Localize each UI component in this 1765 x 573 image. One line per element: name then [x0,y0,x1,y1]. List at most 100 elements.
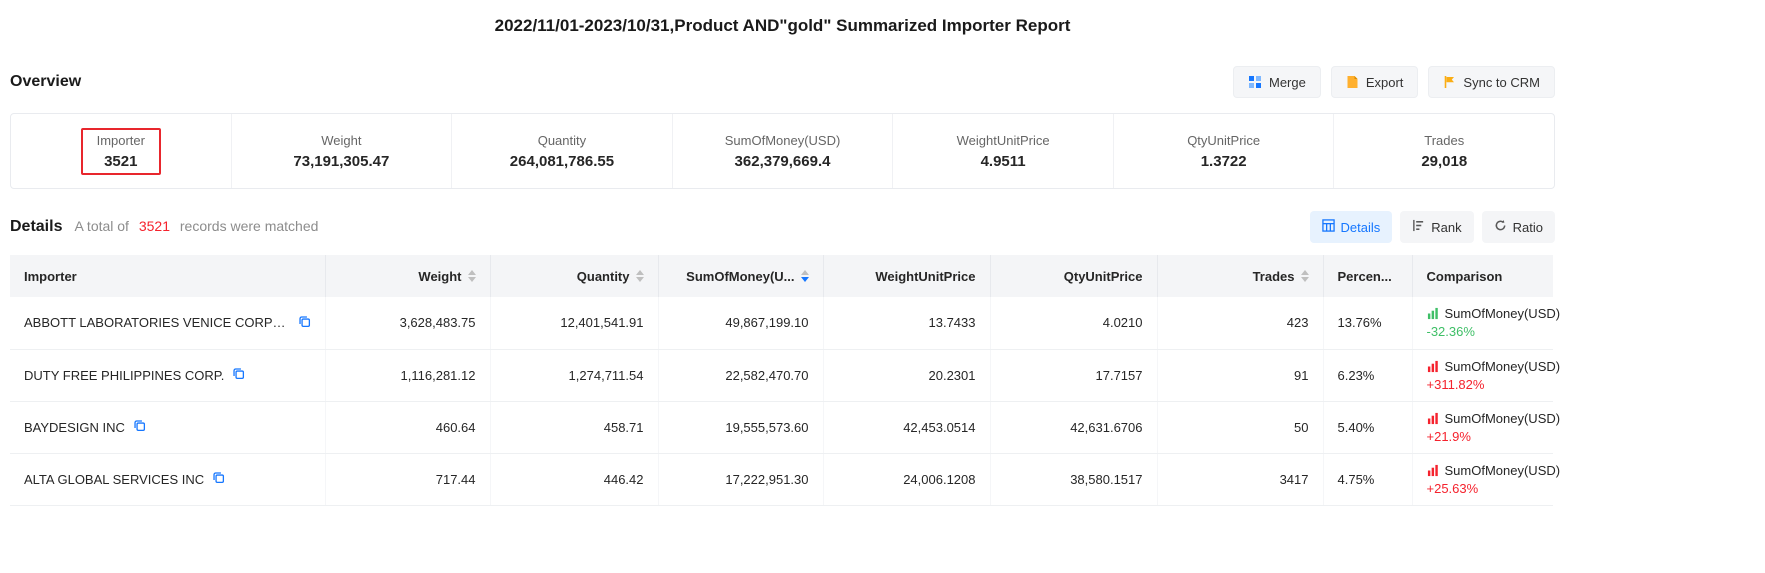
cell-sum-of-money: 19,555,573.60 [658,401,823,453]
comparison-metric-label: SumOfMoney(USD) [1445,306,1561,321]
stat-value: 29,018 [1421,153,1467,170]
sync-to-crm-button[interactable]: Sync to CRM [1428,66,1555,98]
cell-qty-unit-price: 42,631.6706 [990,401,1157,453]
tab-ratio[interactable]: Ratio [1482,211,1555,243]
table-row: ALTA GLOBAL SERVICES INC 717.44 446.42 1… [10,453,1553,505]
trend-down-chart-icon [1427,307,1440,320]
sync-to-crm-button-label: Sync to CRM [1463,75,1540,90]
tab-ratio-label: Ratio [1513,220,1543,235]
stat-importer-highlight-box: Importer 3521 [81,128,161,175]
summary-suffix: records were matched [180,218,319,234]
stat-value: 3521 [104,153,137,170]
sort-carets-icon[interactable] [636,270,644,282]
details-heading: Details [10,218,62,236]
stat-trades: Trades 29,018 [1334,114,1554,188]
stat-value: 4.9511 [981,153,1026,170]
stat-weight: Weight 73,191,305.47 [232,114,453,188]
stat-quantity: Quantity 264,081,786.55 [452,114,673,188]
cell-qty-unit-price: 17.7157 [990,349,1157,401]
column-header-quantity[interactable]: Quantity [490,255,658,297]
stat-label: Importer [97,133,145,148]
cell-trades: 50 [1157,401,1323,453]
stat-value: 73,191,305.47 [293,153,389,170]
table-row: ABBOTT LABORATORIES VENICE CORPORAT... 3… [10,297,1553,349]
stat-sum-of-money: SumOfMoney(USD) 362,379,669.4 [673,114,894,188]
cell-weight: 1,116,281.12 [325,349,490,401]
column-header-weight-unit-price: WeightUnitPrice [823,255,990,297]
page-content: 2022/11/01-2023/10/31,Product AND"gold" … [10,0,1555,506]
merge-icon [1248,75,1262,89]
table-row: DUTY FREE PHILIPPINES CORP. 1,116,281.12… [10,349,1553,401]
sync-crm-icon [1443,75,1456,89]
stat-value: 1.3722 [1201,153,1247,170]
stat-label: Quantity [538,133,586,148]
table-row: BAYDESIGN INC 460.64 458.71 19,555,573.6… [10,401,1553,453]
summary-count: 3521 [139,218,170,234]
copy-icon[interactable] [298,315,311,331]
sort-carets-icon[interactable] [468,270,476,282]
sort-carets-icon[interactable] [801,270,809,282]
cell-quantity: 1,274,711.54 [490,349,658,401]
cell-trades: 423 [1157,297,1323,349]
cell-percent: 6.23% [1323,349,1412,401]
importer-name[interactable]: ALTA GLOBAL SERVICES INC [24,472,204,487]
export-button[interactable]: Export [1331,66,1419,98]
stat-label: QtyUnitPrice [1187,133,1260,148]
comparison-change-value: -32.36% [1427,324,1540,339]
copy-icon[interactable] [212,471,225,487]
column-header-sum-of-money[interactable]: SumOfMoney(U... [658,255,823,297]
cell-quantity: 458.71 [490,401,658,453]
cell-quantity: 12,401,541.91 [490,297,658,349]
column-header-trades[interactable]: Trades [1157,255,1323,297]
column-header-weight[interactable]: Weight [325,255,490,297]
comparison-metric-label: SumOfMoney(USD) [1445,463,1561,478]
export-button-label: Export [1366,75,1404,90]
trend-up-chart-icon [1427,360,1440,373]
stat-qty-unit-price: QtyUnitPrice 1.3722 [1114,114,1335,188]
table-grid-icon [1322,219,1335,235]
cell-sum-of-money: 22,582,470.70 [658,349,823,401]
cell-trades: 3417 [1157,453,1323,505]
cell-comparison: SumOfMoney(USD) -32.36% [1412,297,1553,349]
overview-actions: Merge Export Sync to CRM [1233,66,1555,98]
cell-trades: 91 [1157,349,1323,401]
overview-heading: Overview [10,73,81,91]
tab-rank[interactable]: Rank [1400,211,1473,243]
stat-value: 264,081,786.55 [510,153,614,170]
stat-label: Weight [321,133,361,148]
importer-name[interactable]: BAYDESIGN INC [24,420,125,435]
stat-importer: Importer 3521 [11,114,232,188]
stat-weight-unit-price: WeightUnitPrice 4.9511 [893,114,1114,188]
records-summary: A total of 3521 records were matched [74,218,318,234]
ratio-icon [1494,219,1507,235]
cell-qty-unit-price: 4.0210 [990,297,1157,349]
details-header: Details A total of 3521 records were mat… [10,211,1555,243]
cell-weight: 717.44 [325,453,490,505]
merge-button[interactable]: Merge [1233,66,1321,98]
importer-name[interactable]: DUTY FREE PHILIPPINES CORP. [24,368,224,383]
cell-percent: 4.75% [1323,453,1412,505]
stat-label: SumOfMoney(USD) [725,133,841,148]
trend-up-chart-icon [1427,412,1440,425]
copy-icon[interactable] [232,367,245,383]
cell-weight-unit-price: 20.2301 [823,349,990,401]
cell-weight-unit-price: 13.7433 [823,297,990,349]
cell-sum-of-money: 49,867,199.10 [658,297,823,349]
cell-percent: 5.40% [1323,401,1412,453]
overview-stats-bar: Importer 3521 Weight 73,191,305.47 Quant… [10,113,1555,189]
comparison-change-value: +311.82% [1427,377,1540,392]
summary-prefix: A total of [74,218,128,234]
stat-value: 362,379,669.4 [735,153,831,170]
tab-details[interactable]: Details [1310,211,1393,243]
cell-quantity: 446.42 [490,453,658,505]
copy-icon[interactable] [133,419,146,435]
merge-button-label: Merge [1269,75,1306,90]
importer-name[interactable]: ABBOTT LABORATORIES VENICE CORPORAT... [24,315,290,330]
comparison-change-value: +21.9% [1427,429,1540,444]
rank-icon [1412,219,1425,235]
stat-label: Trades [1424,133,1464,148]
cell-weight-unit-price: 24,006.1208 [823,453,990,505]
cell-sum-of-money: 17,222,951.30 [658,453,823,505]
sort-carets-icon[interactable] [1301,270,1309,282]
cell-weight-unit-price: 42,453.0514 [823,401,990,453]
